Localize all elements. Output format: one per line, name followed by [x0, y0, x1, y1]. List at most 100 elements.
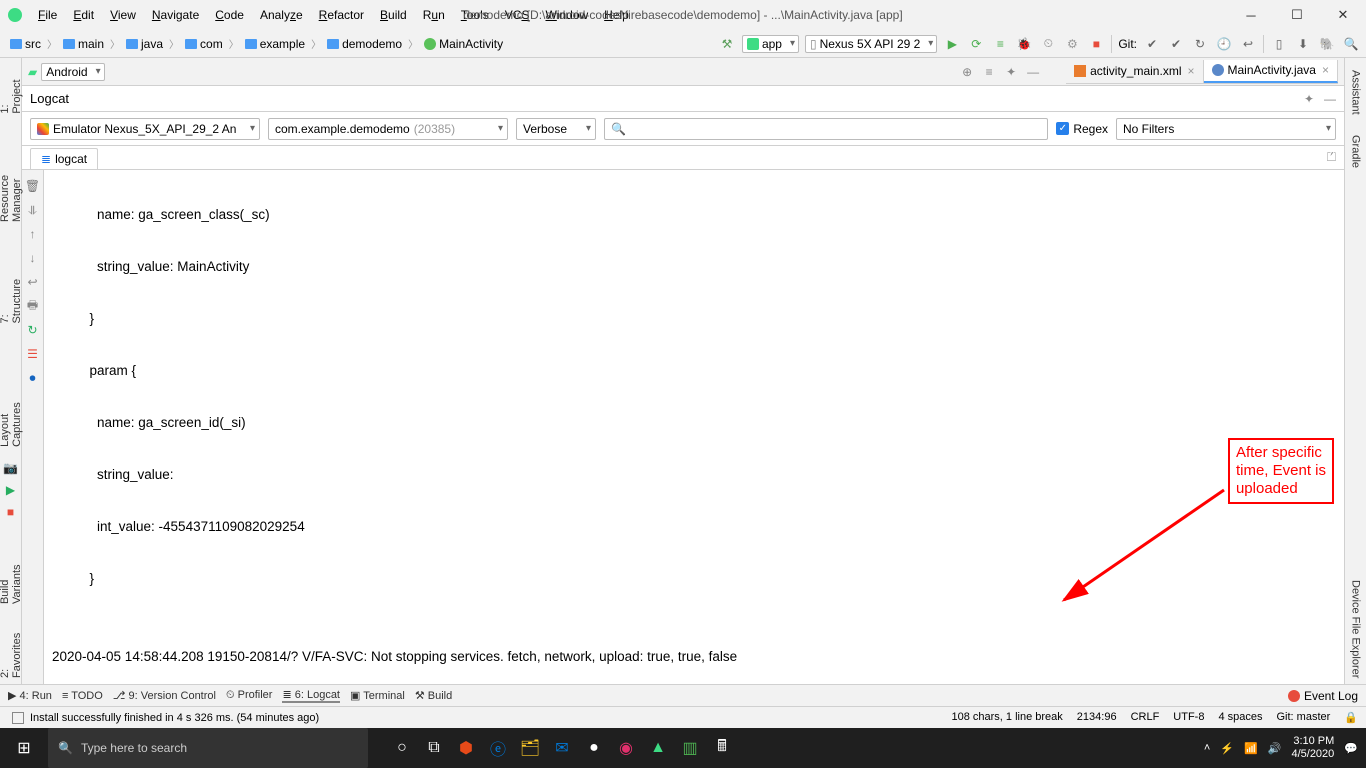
menu-refactor[interactable]: Refactor — [313, 6, 370, 24]
tool-logcat[interactable]: ≣ 6: Logcat — [282, 688, 340, 703]
hide-icon[interactable]: — — [1024, 63, 1042, 81]
android-studio-icon[interactable]: ▲ — [644, 734, 672, 762]
lock-icon[interactable]: 🔒 — [1344, 711, 1358, 724]
close-tab-icon[interactable]: × — [1187, 64, 1194, 78]
screen-record-icon[interactable]: ⏺ — [25, 370, 41, 386]
tool-structure[interactable]: 7: Structure — [0, 264, 25, 329]
minimize-button[interactable]: ─ — [1228, 0, 1274, 30]
debug-button[interactable]: 🐞 — [1015, 35, 1033, 53]
cursor-position[interactable]: 2134:96 — [1077, 711, 1117, 724]
crumb-src[interactable]: src — [6, 36, 45, 52]
sync-project-icon[interactable]: 🐘 — [1318, 35, 1336, 53]
avd-manager-icon[interactable]: ▯ — [1270, 35, 1288, 53]
window-mode-icon[interactable] — [12, 712, 24, 724]
process-dropdown[interactable]: com.example.demodemo (20385) — [268, 118, 508, 140]
git-branch[interactable]: Git: master — [1277, 711, 1331, 724]
maximize-button[interactable]: ☐ — [1274, 0, 1320, 30]
stop-red-icon[interactable]: ■ — [4, 505, 18, 519]
menu-edit[interactable]: Edit — [67, 6, 100, 24]
tool-terminal[interactable]: ▣ Terminal — [350, 689, 405, 702]
task-view-icon[interactable]: ⧉ — [420, 734, 448, 762]
device-dropdown[interactable]: Emulator Nexus_5X_API_29_2 An — [30, 118, 260, 140]
clock-time[interactable]: 3:10 PM — [1291, 735, 1334, 748]
tab-activity-main[interactable]: activity_main.xml× — [1066, 60, 1203, 83]
crumb-mainactivity[interactable]: MainActivity — [420, 36, 507, 52]
event-log[interactable]: Event Log — [1288, 689, 1358, 703]
git-history-icon[interactable]: 🕘 — [1215, 35, 1233, 53]
attach-debugger-button[interactable]: ⚙ — [1063, 35, 1081, 53]
stop-button[interactable]: ■ — [1087, 35, 1105, 53]
line-separator[interactable]: CRLF — [1131, 711, 1160, 724]
tab-mainactivity[interactable]: MainActivity.java× — [1204, 60, 1339, 83]
collapse-icon[interactable]: ≡ — [980, 63, 998, 81]
crumb-java[interactable]: java — [122, 36, 167, 52]
search-everywhere-icon[interactable]: 🔍 — [1342, 35, 1360, 53]
logcat-tab[interactable]: ≣logcat — [30, 148, 98, 169]
tool-layout-captures[interactable]: Layout Captures — [0, 365, 25, 453]
apply-changes-button[interactable]: ⟳ — [967, 35, 985, 53]
tool-build[interactable]: ⚒ Build — [415, 689, 452, 702]
menu-build[interactable]: Build — [374, 6, 413, 24]
git-update-icon[interactable]: ↻ — [1191, 35, 1209, 53]
screenshot-icon[interactable]: ☰ — [25, 346, 41, 362]
settings-icon[interactable]: ✦ — [1002, 63, 1020, 81]
menu-file[interactable]: File — [32, 6, 63, 24]
profile-button[interactable]: ⏲ — [1039, 35, 1057, 53]
tool-gradle[interactable]: Gradle — [1348, 129, 1364, 174]
filter-dropdown[interactable]: No Filters — [1116, 118, 1336, 140]
clock-date[interactable]: 4/5/2020 — [1291, 748, 1334, 761]
close-tab-icon[interactable]: × — [1322, 63, 1329, 77]
calculator-icon[interactable]: 🖩 — [708, 734, 736, 762]
sdk-manager-icon[interactable]: ⬇ — [1294, 35, 1312, 53]
project-view-selector[interactable]: Android — [41, 63, 104, 81]
log-level-dropdown[interactable]: Verbose — [516, 118, 596, 140]
tool-assistant[interactable]: Assistant — [1348, 64, 1364, 121]
menu-run[interactable]: Run — [417, 6, 451, 24]
tool-favorites[interactable]: 2: Favorites — [0, 618, 25, 684]
tray-network-icon[interactable]: ⚡ — [1220, 742, 1234, 755]
hide-panel-icon[interactable]: — — [1324, 92, 1336, 106]
tool-build-variants[interactable]: Build Variants — [0, 535, 25, 610]
git-commit-icon[interactable]: ✔ — [1143, 35, 1161, 53]
target-icon[interactable]: ⊕ — [958, 63, 976, 81]
notepad-icon[interactable]: ▥ — [676, 734, 704, 762]
crumb-demodemo[interactable]: demodemo — [323, 36, 406, 52]
edge-icon[interactable]: ⓔ — [484, 734, 512, 762]
close-button[interactable]: ✕ — [1320, 0, 1366, 30]
tool-todo[interactable]: ≡ TODO — [62, 690, 103, 702]
soft-wrap-icon[interactable]: ↩ — [25, 274, 41, 290]
menu-analyze[interactable]: Analyze — [254, 6, 309, 24]
log-search[interactable]: 🔍 — [604, 118, 1048, 140]
taskbar-search[interactable]: 🔍 Type here to search — [48, 728, 368, 768]
tool-vcs[interactable]: ⎇ 9: Version Control — [113, 689, 216, 702]
crumb-example[interactable]: example — [241, 36, 309, 52]
regex-checkbox[interactable]: ✓Regex — [1056, 122, 1108, 136]
apply-code-button[interactable]: ≡ — [991, 35, 1009, 53]
camera-icon[interactable]: 📷 — [4, 461, 18, 475]
tray-chevron-icon[interactable]: ˄ — [1204, 742, 1210, 754]
indent-info[interactable]: 4 spaces — [1218, 711, 1262, 724]
build-hammer-icon[interactable]: ⚒ — [718, 35, 736, 53]
gear-icon[interactable]: ✦ — [1304, 92, 1314, 106]
git-push-icon[interactable]: ✔ — [1167, 35, 1185, 53]
menu-view[interactable]: View — [104, 6, 142, 24]
log-search-input[interactable] — [626, 122, 1041, 136]
logcat-settings-icon[interactable]: ⏍ — [1327, 150, 1336, 165]
device-selector[interactable]: ▯Nexus 5X API 29 2 — [805, 35, 937, 53]
chrome-icon[interactable]: ● — [580, 734, 608, 762]
restart-icon[interactable]: ↻ — [25, 322, 41, 338]
scroll-to-end-icon[interactable]: ⥥ — [25, 202, 41, 218]
tool-profiler[interactable]: ⏲ Profiler — [226, 689, 272, 702]
up-icon[interactable]: ↑ — [25, 226, 41, 242]
git-revert-icon[interactable]: ↩ — [1239, 35, 1257, 53]
menu-navigate[interactable]: Navigate — [146, 6, 205, 24]
cortana-icon[interactable]: ○ — [388, 734, 416, 762]
crumb-main[interactable]: main — [59, 36, 108, 52]
clear-log-icon[interactable]: 🗑 — [25, 178, 41, 194]
tray-wifi-icon[interactable]: 📶 — [1244, 742, 1258, 755]
mail-icon[interactable]: ✉ — [548, 734, 576, 762]
instagram-icon[interactable]: ◉ — [612, 734, 640, 762]
tool-project[interactable]: 1: Project — [0, 64, 25, 120]
play-green-icon[interactable]: ▶ — [4, 483, 18, 497]
tool-device-explorer[interactable]: Device File Explorer — [1348, 574, 1364, 684]
